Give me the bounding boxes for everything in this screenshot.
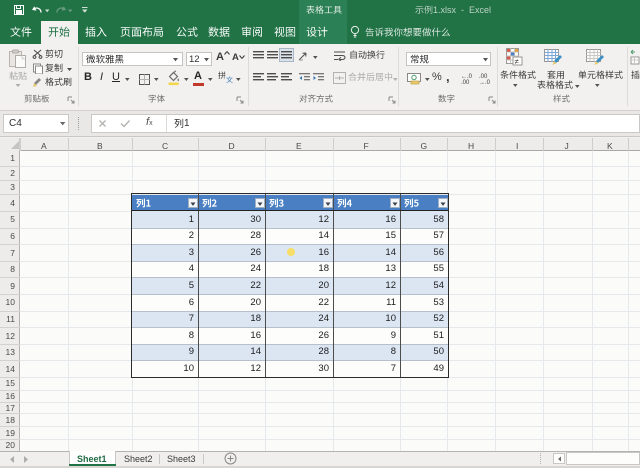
svg-text:→.0: →.0 bbox=[479, 80, 491, 84]
svg-text:≠: ≠ bbox=[515, 57, 519, 66]
svg-text:.00: .00 bbox=[461, 80, 470, 84]
